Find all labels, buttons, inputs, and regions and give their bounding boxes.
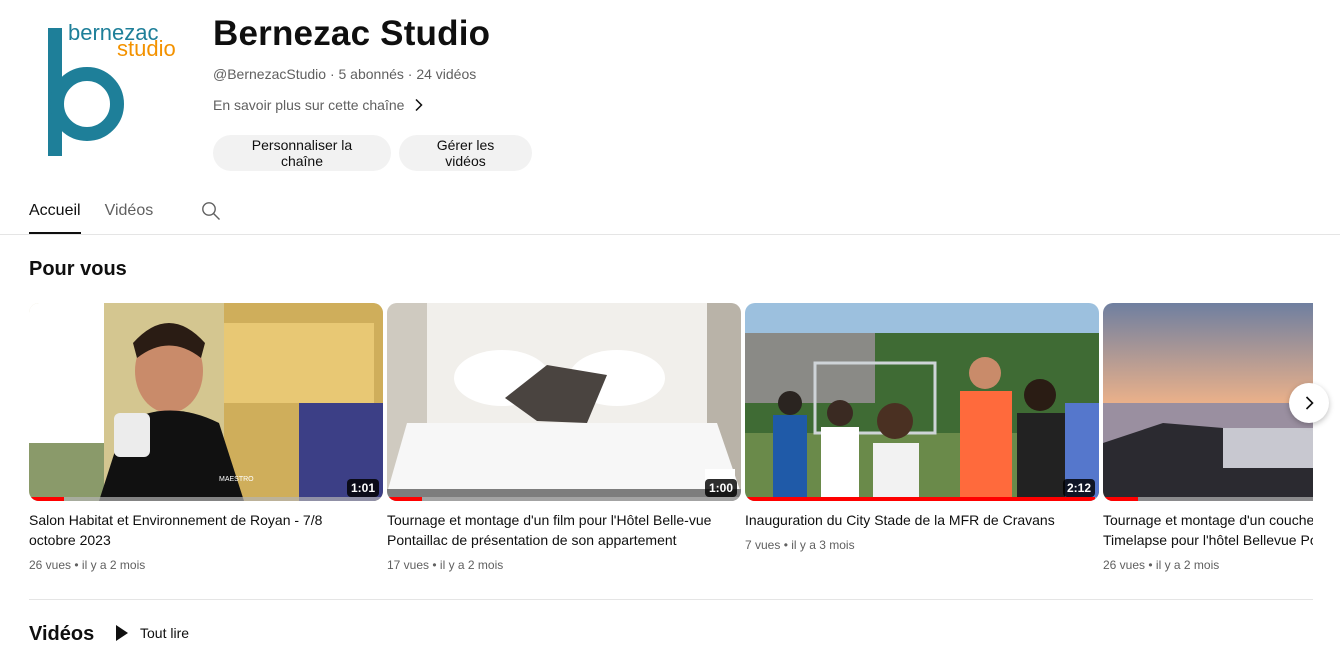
manage-videos-button[interactable]: Gérer les vidéos (399, 135, 532, 171)
section-divider (29, 599, 1313, 600)
watch-progress-fill (387, 497, 423, 501)
channel-logo: bernezac studio (48, 20, 176, 156)
watch-progress-track (745, 497, 1099, 501)
watch-progress-track (1103, 497, 1313, 501)
thumbnail-image (1103, 303, 1313, 501)
video-meta: 26 vues • il y a 2 mois (29, 558, 146, 572)
watch-progress-track (29, 497, 383, 501)
duration-badge: 1:00 (704, 479, 737, 497)
tab-search[interactable] (201, 188, 223, 234)
watch-progress-track (387, 497, 741, 501)
video-title[interactable]: Salon Habitat et Environnement de Royan … (29, 510, 383, 550)
play-icon (116, 625, 128, 641)
play-all-button[interactable]: Tout lire (114, 624, 189, 642)
channel-name: Bernezac Studio (213, 14, 491, 53)
video-title[interactable]: Tournage et montage d'un film pour l'Hôt… (387, 510, 741, 550)
watch-progress-fill (1103, 497, 1139, 501)
thumbnail-image (745, 303, 1099, 501)
video-title[interactable]: Tournage et montage d'un coucher Timelap… (1103, 510, 1313, 550)
video-card[interactable]: Tournage et montage d'un coucher Timelap… (1103, 303, 1313, 572)
duration-badge: 2:12 (1062, 479, 1095, 497)
thumbnail-image (387, 303, 741, 501)
thumbnail-image: MAESTRO (29, 303, 383, 501)
video-card[interactable]: 1:00 Tournage et montage d'un film pour … (387, 303, 741, 572)
video-thumbnail[interactable] (1103, 303, 1313, 501)
customize-channel-button[interactable]: Personnaliser la chaîne (213, 135, 391, 171)
shelf-next-button[interactable] (1289, 383, 1329, 423)
tab-home[interactable]: Accueil (29, 188, 81, 234)
watch-progress-fill (745, 497, 1096, 501)
about-channel-link[interactable]: En savoir plus sur cette chaîne (213, 97, 426, 113)
for-you-shelf: MAESTRO 1:01 Salon Habitat et Environnem… (29, 303, 1313, 583)
about-channel-label: En savoir plus sur cette chaîne (213, 97, 405, 113)
video-thumbnail[interactable]: MAESTRO 1:01 (29, 303, 383, 501)
tabs-divider (0, 234, 1340, 235)
tab-videos[interactable]: Vidéos (105, 188, 154, 234)
duration-badge: 1:01 (346, 479, 379, 497)
search-icon (202, 202, 221, 220)
video-thumbnail[interactable]: 2:12 (745, 303, 1099, 501)
videos-section-title: Vidéos (29, 623, 95, 645)
video-meta: 7 vues • il y a 3 mois (745, 538, 855, 552)
channel-meta: @BernezacStudio · 5 abonnés · 24 vidéos (213, 66, 477, 82)
channel-tabs: Accueil Vidéos (29, 188, 223, 234)
chevron-right-icon (1305, 396, 1314, 410)
video-card[interactable]: MAESTRO 1:01 Salon Habitat et Environnem… (29, 303, 383, 572)
play-all-label: Tout lire (140, 625, 190, 641)
video-thumbnail[interactable]: 1:00 (387, 303, 741, 501)
chevron-right-icon (415, 98, 423, 112)
logo-text-bottom: studio (117, 36, 176, 61)
video-title[interactable]: Inauguration du City Stade de la MFR de … (745, 510, 1099, 530)
video-meta: 17 vues • il y a 2 mois (387, 558, 504, 572)
svg-text:MAESTRO: MAESTRO (219, 476, 254, 483)
video-card[interactable]: 2:12 Inauguration du City Stade de la MF… (745, 303, 1099, 552)
watch-progress-fill (29, 497, 65, 501)
for-you-title: Pour vous (29, 258, 127, 280)
video-meta: 26 vues • il y a 2 mois (1103, 558, 1220, 572)
